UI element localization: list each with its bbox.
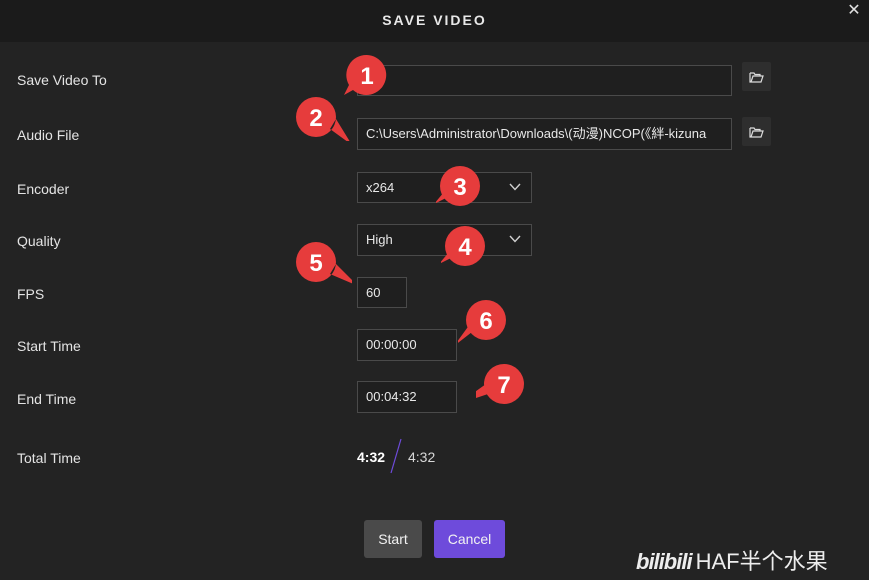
- total-time-label: Total Time: [17, 450, 81, 466]
- quality-value: High: [366, 232, 393, 247]
- start-time-input[interactable]: 00:00:00: [357, 329, 457, 361]
- annotation-number: 7: [497, 372, 510, 399]
- start-button[interactable]: Start: [364, 520, 422, 558]
- dialog-title: SAVE VIDEO: [382, 12, 487, 28]
- annotation-marker-1: 1: [344, 54, 387, 95]
- save-video-to-label: Save Video To: [17, 72, 107, 88]
- annotation-marker-5: 5: [296, 242, 352, 284]
- fps-input[interactable]: 60: [357, 277, 407, 308]
- cancel-button[interactable]: Cancel: [434, 520, 505, 558]
- fps-label: FPS: [17, 286, 45, 302]
- watermark: bilibili HAF半个水果: [636, 544, 828, 576]
- quality-label: Quality: [17, 233, 61, 249]
- encoder-value: x264: [366, 180, 395, 195]
- audio-file-label: Audio File: [17, 127, 80, 143]
- total-time-current: 4:32: [357, 449, 386, 465]
- annotation-marker-2: 2: [296, 97, 350, 141]
- total-time-separator: [390, 438, 402, 474]
- annotation-number: 5: [309, 250, 322, 277]
- total-time-duration: 4:32: [408, 449, 436, 465]
- chevron-down-icon: [509, 235, 521, 243]
- dialog-header: SAVE VIDEO ✕: [0, 0, 869, 42]
- annotation-number: 2: [309, 105, 322, 132]
- audio-file-input[interactable]: C:\Users\Administrator\Downloads\(动漫)NCO…: [357, 118, 732, 150]
- annotation-number: 4: [458, 234, 472, 261]
- end-time-input[interactable]: 00:04:32: [357, 381, 457, 413]
- encoder-label: Encoder: [17, 181, 70, 197]
- save-video-browse-button[interactable]: [742, 62, 771, 91]
- folder-open-icon: [749, 71, 764, 83]
- close-icon[interactable]: ✕: [845, 2, 863, 20]
- chevron-down-icon: [509, 183, 521, 191]
- annotation-number: 6: [479, 308, 492, 335]
- audio-file-browse-button[interactable]: [742, 117, 771, 146]
- annotation-number: 3: [453, 174, 466, 201]
- watermark-author: HAF半个水果: [695, 549, 828, 574]
- folder-open-icon: [749, 126, 764, 138]
- annotation-marker-6: 6: [458, 300, 506, 343]
- annotation-marker-4: 4: [441, 226, 485, 266]
- start-time-label: Start Time: [17, 338, 81, 354]
- annotation-marker-7: 7: [476, 364, 524, 404]
- annotation-marker-3: 3: [436, 166, 480, 206]
- bilibili-logo: bilibili: [636, 549, 693, 574]
- save-video-to-input[interactable]: [357, 65, 732, 96]
- annotation-number: 1: [360, 63, 373, 90]
- end-time-label: End Time: [17, 391, 77, 407]
